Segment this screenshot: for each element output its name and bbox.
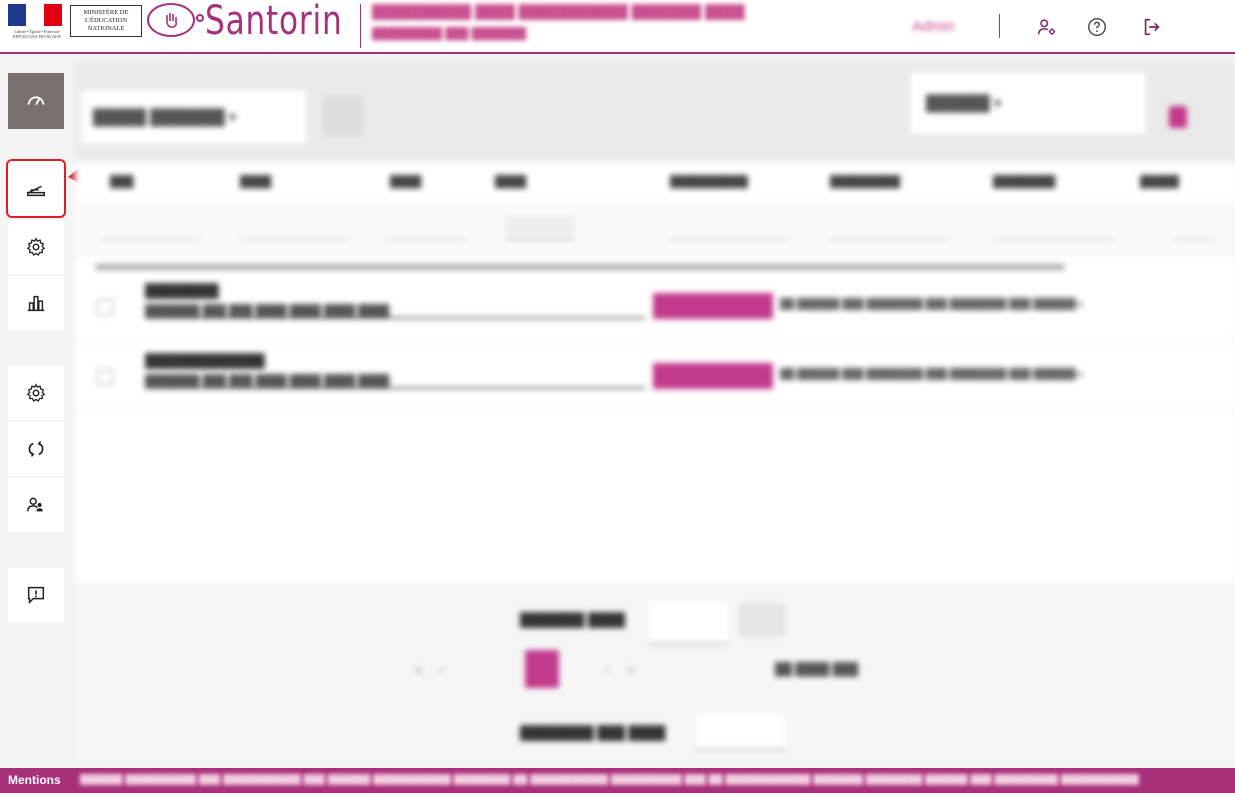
pagination-panel: ███████ ████ « ‹ › » ██ ████ ███ ███████… bbox=[75, 582, 1235, 767]
scanner-icon bbox=[27, 185, 45, 196]
app-root: Liberté • Égalité • Fraternité RÉPUBLIQU… bbox=[0, 0, 1235, 793]
items-count: ██ ████ ███ bbox=[775, 662, 859, 676]
footer-bar: Mentions ██████ ██████████ ███ █████████… bbox=[0, 768, 1235, 793]
bulk-actions-select[interactable]: █████ ███████ ▾ bbox=[80, 89, 308, 145]
toolbar: █████ ███████ ▾ ██████ ▾ bbox=[75, 62, 1235, 162]
go-to-page-label: ███████ ████ bbox=[520, 612, 625, 627]
exam-title-blurred: ██████████ ████ ███████████ ███████ ████ bbox=[372, 4, 745, 20]
table-header: ███ ████ ████ ████ ██████████ █████████ ██████… bbox=[110, 176, 1179, 188]
academy-blurred: █████████ ███ ███████ bbox=[372, 28, 527, 40]
app-name[interactable]: Santorin bbox=[205, 0, 343, 44]
sidebar-item-sync[interactable] bbox=[8, 422, 64, 476]
row-checkbox[interactable] bbox=[97, 369, 113, 385]
row-actions[interactable]: ██ ██████ ███ ████████ ███ ████████ ███ … bbox=[780, 299, 1084, 310]
users-icon bbox=[27, 497, 43, 512]
french-flag-icon bbox=[8, 4, 62, 26]
sidebar-item-settings-2[interactable] bbox=[8, 366, 64, 420]
table-row[interactable]: █████████████ ███████ ███ ███ ████ ████ … bbox=[75, 347, 1235, 411]
user-role: Admin bbox=[912, 18, 955, 35]
republique-logo: Liberté • Égalité • Fraternité RÉPUBLIQU… bbox=[4, 2, 68, 42]
user-settings-icon[interactable] bbox=[1033, 13, 1061, 41]
items-per-page-label: ████████ ███ ████ bbox=[520, 725, 666, 740]
status-badge bbox=[653, 293, 773, 319]
current-page-button[interactable] bbox=[525, 650, 559, 688]
sidebar-item-statistics[interactable] bbox=[8, 276, 64, 330]
ministry-logo: MINISTÈRE DE L'ÉDUCATION NATIONALE bbox=[70, 5, 142, 37]
logo-dot bbox=[196, 14, 204, 22]
bar-chart-icon bbox=[27, 295, 45, 312]
republique-motto: Liberté • Égalité • Fraternité RÉPUBLIQU… bbox=[12, 29, 62, 39]
status-badge bbox=[653, 363, 773, 389]
horizontal-scrollbar[interactable] bbox=[95, 264, 1065, 270]
subjects-table: ███ ████ ████ ████ ██████████ █████████ ██████… bbox=[75, 162, 1235, 582]
sidebar-item-dashboard[interactable] bbox=[8, 73, 64, 129]
sidebar-item-settings[interactable] bbox=[8, 220, 64, 274]
sidebar-item-users[interactable] bbox=[8, 478, 64, 532]
subject-name: ████████ bbox=[145, 283, 219, 298]
sidebar-item-feedback[interactable] bbox=[8, 568, 64, 622]
subject-code: ███████ ███ ███ ████ ████ ████ ████ bbox=[145, 375, 645, 389]
gauge-icon bbox=[27, 96, 45, 106]
filters-select[interactable]: ██████ ▾ bbox=[909, 71, 1147, 135]
subject-code: ███████ ███ ███ ████ ████ ████ ████ bbox=[145, 305, 645, 319]
footer-links-blurred[interactable]: ██████ ██████████ ███ ███████████ ███ ██… bbox=[80, 774, 1220, 785]
items-per-page-select[interactable] bbox=[697, 714, 785, 750]
table-row[interactable]: ████████ ███████ ███ ███ ████ ████ ████ … bbox=[75, 277, 1235, 341]
refresh-icon bbox=[28, 441, 44, 457]
row-checkbox[interactable] bbox=[97, 299, 113, 315]
bulk-actions-button[interactable] bbox=[324, 98, 362, 134]
table-filter-row bbox=[75, 202, 1235, 258]
alert-message-icon bbox=[27, 586, 45, 605]
top-header: Liberté • Égalité • Fraternité RÉPUBLIQU… bbox=[0, 0, 1235, 54]
subject-name: █████████████ bbox=[145, 353, 265, 368]
help-icon[interactable] bbox=[1083, 13, 1111, 41]
logout-icon[interactable] bbox=[1138, 13, 1166, 41]
page-number-input[interactable] bbox=[650, 602, 728, 644]
filters-button[interactable] bbox=[1169, 106, 1187, 128]
row-actions[interactable]: ██ ██████ ███ ████████ ███ ████████ ███ … bbox=[780, 369, 1084, 380]
pager-first-prev[interactable]: « ‹ bbox=[415, 662, 445, 677]
gear-icon bbox=[26, 237, 46, 257]
sidebar-item-scanner[interactable] bbox=[6, 159, 66, 218]
role-divider bbox=[999, 14, 1000, 38]
header-divider bbox=[360, 4, 361, 48]
gear-icon bbox=[26, 383, 46, 403]
footer-mentions-link[interactable]: Mentions bbox=[8, 773, 61, 787]
santorin-logo-icon bbox=[147, 3, 195, 37]
main-content-blurred: █████ ███████ ▾ ██████ ▾ ███ ████ ████ ████… bbox=[75, 62, 1235, 767]
go-to-page-button[interactable] bbox=[740, 604, 784, 636]
pager-next-last[interactable]: › » bbox=[605, 662, 635, 677]
